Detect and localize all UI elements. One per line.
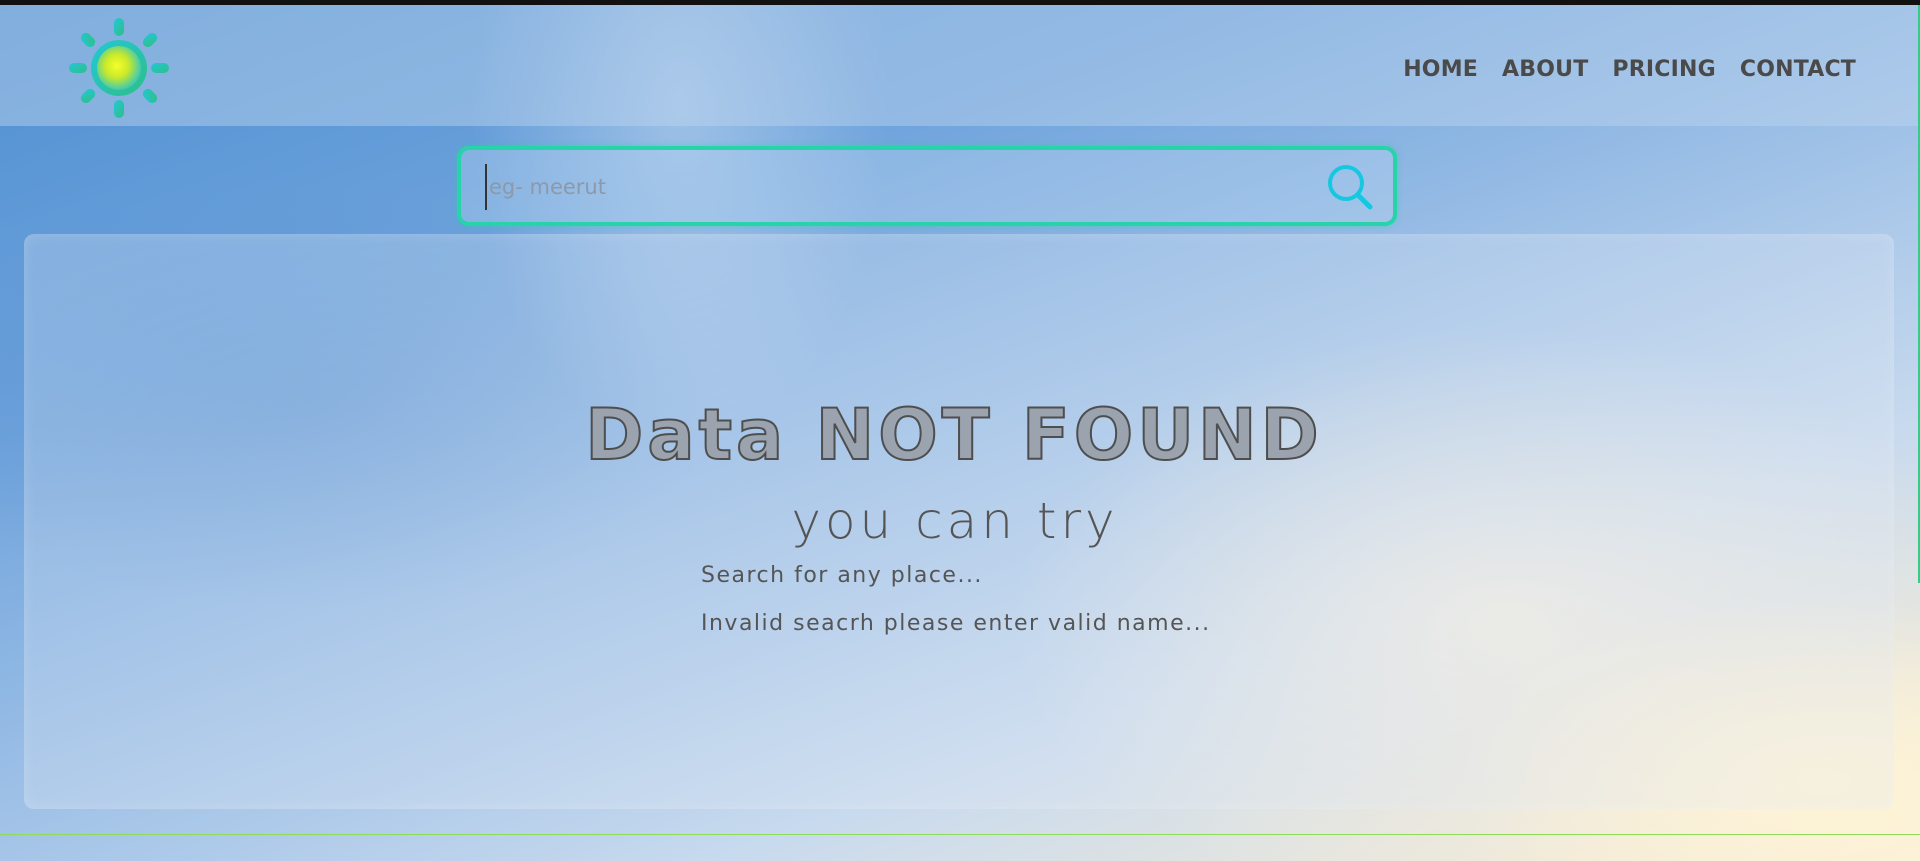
search-input[interactable] <box>485 164 1291 210</box>
search-icon[interactable] <box>1325 162 1375 212</box>
nav-home-link[interactable]: HOME <box>1403 57 1478 82</box>
result-card: Data NOT FOUND you can try Search for an… <box>24 234 1894 809</box>
suggestion-item: Search for any place... <box>701 563 983 588</box>
suggestion-item: Invalid seacrh please enter valid name..… <box>701 611 1211 636</box>
nav-contact-link[interactable]: CONTACT <box>1740 57 1856 82</box>
site-header: HOME ABOUT PRICING CONTACT <box>0 5 1920 126</box>
suggestion-heading: you can try <box>791 492 1119 550</box>
bottom-divider <box>0 834 1920 835</box>
not-found-title: Data NOT FOUND <box>584 393 1323 477</box>
search-box <box>457 146 1397 226</box>
main-nav: HOME ABOUT PRICING CONTACT <box>1403 57 1856 82</box>
nav-about-link[interactable]: ABOUT <box>1502 57 1588 82</box>
sun-icon[interactable] <box>64 13 174 123</box>
nav-pricing-link[interactable]: PRICING <box>1612 57 1715 82</box>
